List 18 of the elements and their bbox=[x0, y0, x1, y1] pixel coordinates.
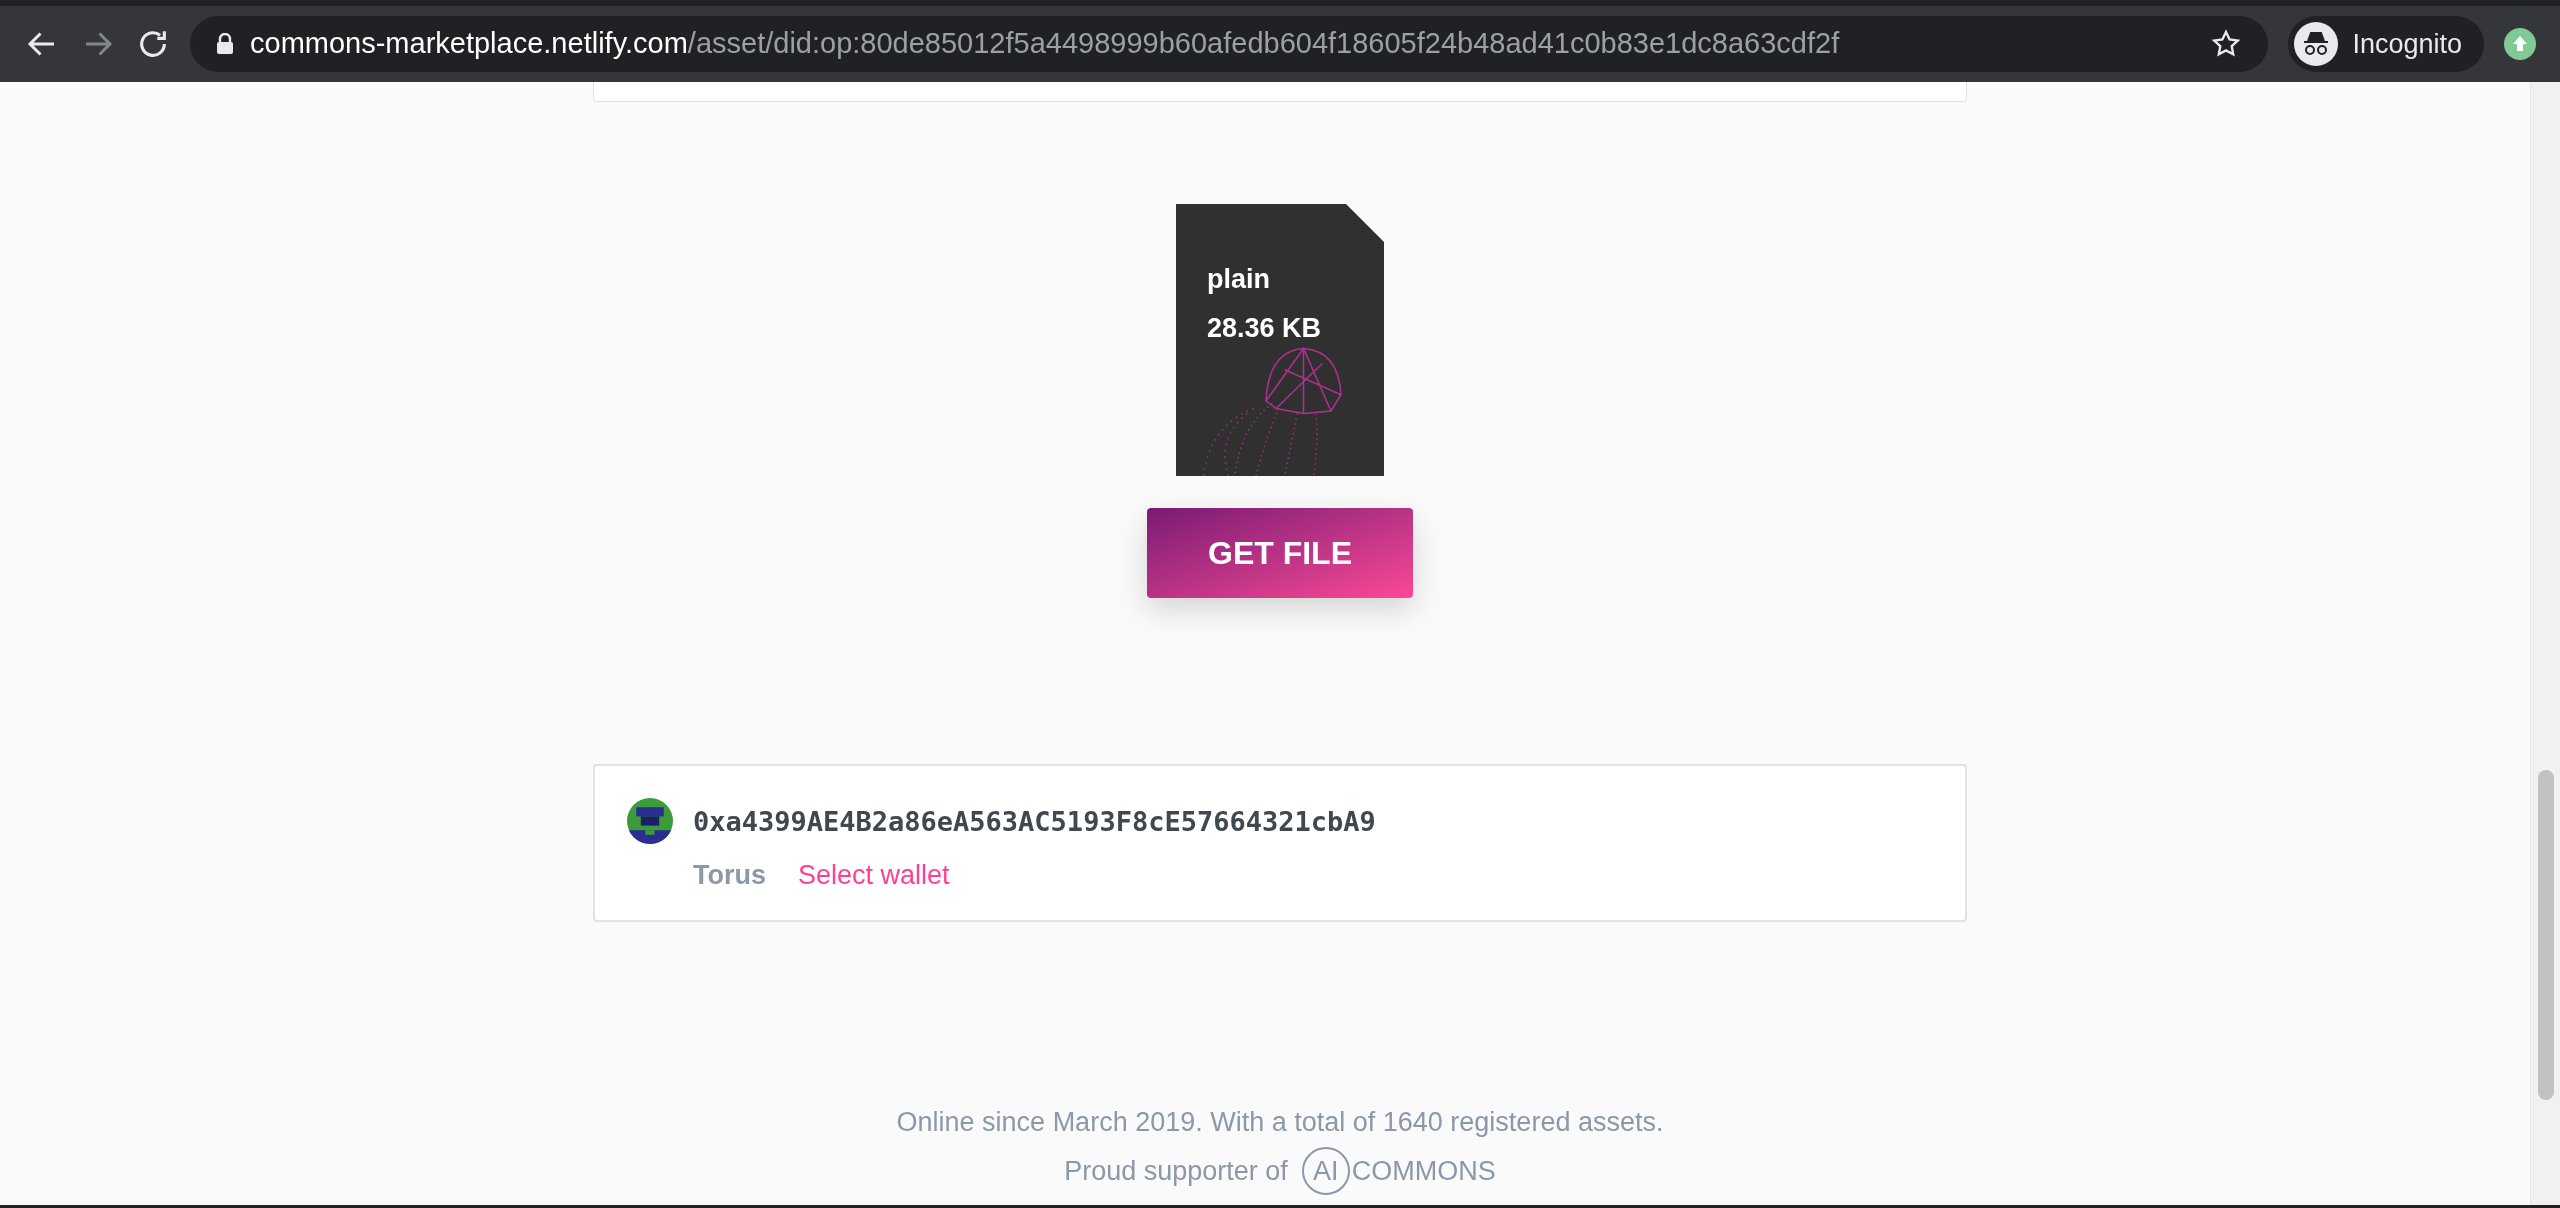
address-bar[interactable]: commons-marketplace.netlify.com/asset/did:op:80de85012f5a4498999b60afedb604f18605f24b48ad41c0b83e1dc8a63cdf2f bbox=[190, 16, 2269, 72]
footer-stats: Online since March 2019. With a total of 1640 registered assets. bbox=[896, 1106, 1664, 1139]
scrollbar-thumb[interactable] bbox=[2537, 770, 2554, 1100]
file-size: 28.36 KB bbox=[1207, 315, 1323, 342]
update-icon[interactable] bbox=[2504, 28, 2536, 60]
wallet-provider: Torus bbox=[693, 858, 766, 892]
incognito-icon bbox=[2294, 22, 2339, 66]
lock-icon bbox=[216, 33, 234, 55]
wallet-address: 0xa4399AE4B2a86eA563AC5193F8cE57664321cbA9 bbox=[693, 805, 1376, 839]
file-type: plain bbox=[1207, 266, 1271, 293]
url-text: commons-marketplace.netlify.com/asset/did:op:80de85012f5a4498999b60afedb604f18605f24b48ad41c0b83e1dc8a63cdf2f bbox=[250, 26, 1840, 62]
profile-label: Incognito bbox=[2352, 27, 2462, 61]
avatar-icon bbox=[627, 798, 673, 844]
supporter-text: Proud supporter of bbox=[1064, 1154, 1288, 1188]
logo-text: COMMONS bbox=[1351, 1154, 1496, 1188]
logo-mark: AI bbox=[1301, 1146, 1350, 1195]
profile-chip[interactable]: Incognito bbox=[2288, 16, 2484, 72]
get-file-button[interactable]: GET FILE bbox=[1147, 508, 1413, 598]
